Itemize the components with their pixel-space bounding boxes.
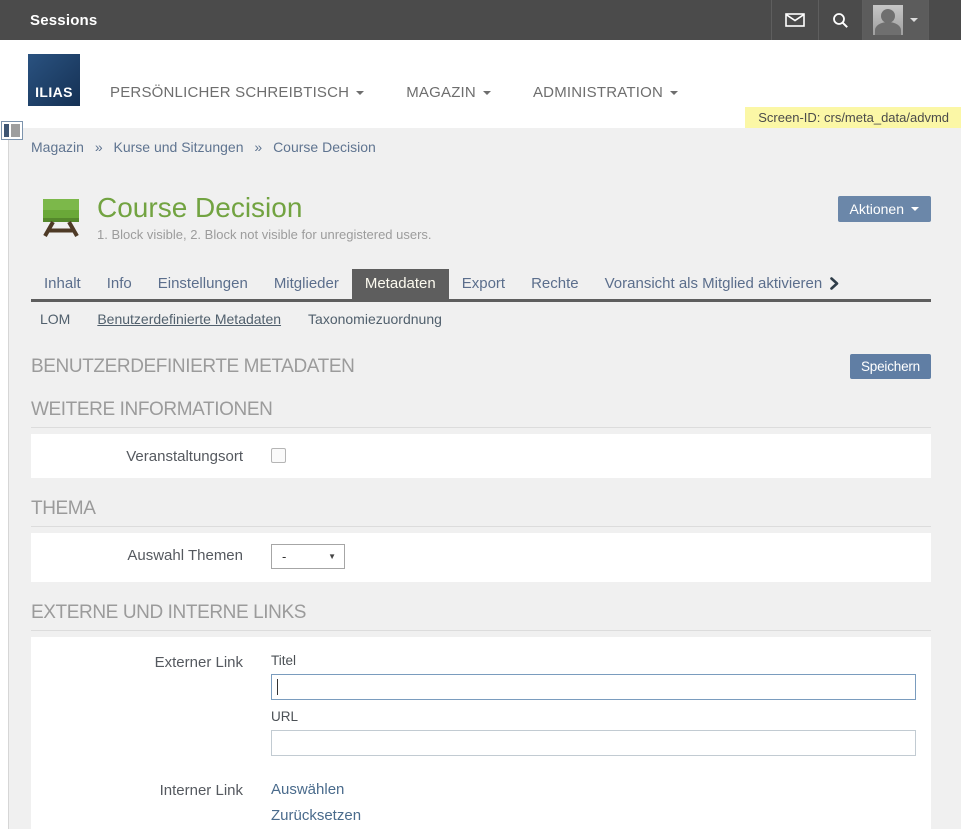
select-value: -	[282, 549, 286, 564]
subtab-lom[interactable]: LOM	[40, 311, 70, 327]
field-group-externer-link: Externer Link Titel URL	[31, 653, 931, 765]
nav-persoenlicher-schreibtisch[interactable]: PERSÖNLICHER SCHREIBTISCH	[110, 84, 364, 101]
tab-einstellungen[interactable]: Einstellungen	[145, 269, 261, 299]
field-group-interner-link: Interner Link Auswählen Zurücksetzen	[31, 781, 931, 824]
breadcrumb-item-kurse[interactable]: Kurse und Sitzungen	[114, 139, 244, 155]
course-icon	[39, 194, 83, 238]
actions-button[interactable]: Aktionen	[838, 196, 931, 222]
form-title: BENUTZERDEFINIERTE METADATEN	[31, 356, 354, 378]
save-button-top[interactable]: Speichern	[850, 354, 931, 379]
caret-down-icon	[356, 91, 364, 95]
tab-bar: Inhalt Info Einstellungen Mitglieder Met…	[31, 269, 931, 302]
page: Sessions ILIAS	[0, 0, 961, 829]
caret-down-icon	[911, 207, 919, 211]
breadcrumb-item-magazin[interactable]: Magazin	[31, 139, 84, 155]
title-block: Course Decision 1. Block visible, 2. Blo…	[31, 192, 931, 242]
site-header: ILIAS PERSÖNLICHER SCHREIBTISCH MAGAZIN …	[0, 40, 961, 128]
field-label-externer-link: Externer Link	[31, 653, 243, 765]
sidebar-toggle-icon[interactable]	[1, 121, 23, 140]
auswahl-themen-select[interactable]: - ▼	[271, 544, 345, 569]
nav-label: PERSÖNLICHER SCHREIBTISCH	[110, 84, 349, 101]
topbar-actions	[771, 0, 929, 40]
page-title: Course Decision	[97, 192, 432, 224]
caret-down-icon	[910, 18, 918, 22]
tab-voransicht-als-mitglied[interactable]: Voransicht als Mitglied aktivieren	[592, 269, 853, 299]
subtab-benutzerdefinierte-metadaten[interactable]: Benutzerdefinierte Metadaten	[97, 311, 281, 327]
nav-label: MAGAZIN	[406, 84, 476, 101]
content-area: Magazin » Kurse und Sitzungen » Course D…	[8, 128, 961, 829]
form-row-veranstaltungsort: Veranstaltungsort	[31, 434, 931, 478]
section-heading-thema: THEMA	[31, 498, 931, 527]
field-label-interner-link: Interner Link	[31, 781, 243, 824]
actions-button-label: Aktionen	[850, 201, 904, 217]
field-label-veranstaltungsort: Veranstaltungsort	[31, 447, 243, 465]
avatar	[873, 5, 903, 35]
breadcrumb-item-course-decision[interactable]: Course Decision	[273, 139, 376, 155]
tab-inhalt[interactable]: Inhalt	[31, 269, 94, 299]
caret-down-icon: ▼	[328, 552, 336, 561]
tab-label: Voransicht als Mitglied aktivieren	[605, 275, 823, 292]
nav-administration[interactable]: ADMINISTRATION	[533, 84, 678, 101]
breadcrumb-separator: »	[254, 139, 262, 155]
tab-mitglieder[interactable]: Mitglieder	[261, 269, 352, 299]
sublabel-url: URL	[271, 709, 916, 724]
tab-metadaten[interactable]: Metadaten	[352, 269, 449, 299]
nav-label: ADMINISTRATION	[533, 84, 663, 101]
chevron-right-icon	[830, 277, 839, 290]
auswaehlen-link[interactable]: Auswählen	[271, 781, 916, 798]
page-description: 1. Block visible, 2. Block not visible f…	[97, 227, 432, 242]
mail-icon	[785, 13, 805, 27]
url-input[interactable]	[271, 730, 916, 756]
subtab-bar: LOM Benutzerdefinierte Metadaten Taxonom…	[31, 311, 931, 327]
window-title: Sessions	[30, 12, 97, 29]
caret-down-icon	[670, 91, 678, 95]
section-heading-externe-und-interne-links: EXTERNE UND INTERNE LINKS	[31, 602, 931, 631]
zuruecksetzen-link[interactable]: Zurücksetzen	[271, 807, 916, 824]
main-nav: PERSÖNLICHER SCHREIBTISCH MAGAZIN ADMINI…	[110, 84, 720, 101]
field-label-auswahl-themen: Auswahl Themen	[31, 546, 243, 569]
titel-input[interactable]	[271, 674, 916, 700]
tab-info[interactable]: Info	[94, 269, 145, 299]
form-header: BENUTZERDEFINIERTE METADATEN Speichern	[31, 354, 931, 379]
sublabel-titel: Titel	[271, 653, 916, 668]
nav-magazin[interactable]: MAGAZIN	[406, 84, 491, 101]
mail-button[interactable]	[771, 0, 818, 40]
text-cursor	[277, 679, 278, 695]
topbar: Sessions	[0, 0, 961, 40]
form-row-auswahl-themen: Auswahl Themen - ▼	[31, 533, 931, 582]
ilias-logo[interactable]: ILIAS	[28, 54, 80, 106]
title-text-group: Course Decision 1. Block visible, 2. Blo…	[97, 192, 432, 242]
search-button[interactable]	[818, 0, 862, 40]
tab-export[interactable]: Export	[449, 269, 518, 299]
user-menu-button[interactable]	[862, 0, 928, 40]
breadcrumb: Magazin » Kurse und Sitzungen » Course D…	[31, 128, 931, 155]
form-row-links: Externer Link Titel URL Interner Link	[31, 637, 931, 829]
caret-down-icon	[483, 91, 491, 95]
subtab-taxonomiezuordnung[interactable]: Taxonomiezuordnung	[308, 311, 442, 327]
section-heading-weitere-informationen: WEITERE INFORMATIONEN	[31, 399, 931, 428]
search-icon	[832, 12, 849, 29]
screen-id-badge: Screen-ID: crs/meta_data/advmd	[745, 107, 961, 129]
tab-rechte[interactable]: Rechte	[518, 269, 592, 299]
breadcrumb-separator: »	[95, 139, 103, 155]
veranstaltungsort-checkbox[interactable]	[271, 448, 286, 463]
